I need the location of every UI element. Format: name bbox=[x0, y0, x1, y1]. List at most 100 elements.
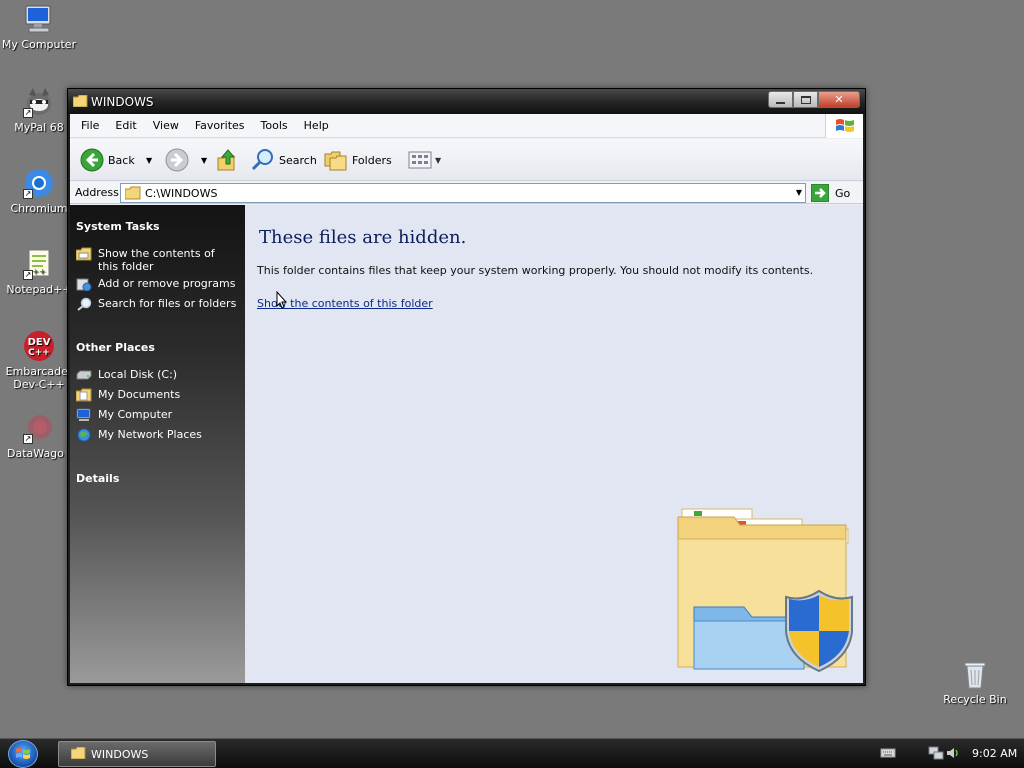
task-show-contents[interactable]: Show the contents of this folder bbox=[75, 247, 241, 273]
windows-flag-icon bbox=[835, 119, 854, 132]
place-local-disk[interactable]: Local Disk (C:) bbox=[76, 368, 241, 382]
network-places-icon bbox=[76, 428, 92, 442]
task-label: Show the contents of this folder bbox=[98, 247, 215, 273]
task-search-files[interactable]: Search for files or folders bbox=[76, 297, 241, 311]
menu-view[interactable]: View bbox=[145, 119, 187, 132]
search-button[interactable]: Search bbox=[251, 147, 317, 173]
task-pane: System Tasks Show the contents of this f… bbox=[70, 205, 245, 683]
forward-dropdown[interactable]: ▼ bbox=[201, 147, 207, 173]
window-client: File Edit View Favorites Tools Help Back… bbox=[70, 114, 863, 683]
menu-bar: File Edit View Favorites Tools Help bbox=[70, 114, 863, 138]
windows-flag-logo bbox=[825, 114, 863, 138]
desktop-icon-label: MyPal 68 bbox=[14, 121, 64, 134]
folder-icon bbox=[124, 186, 141, 203]
taskbar-window-button[interactable]: WINDOWS bbox=[58, 741, 216, 767]
desktop-icon-dev-cpp[interactable]: DEV C++ Embarcader Dev-C++ bbox=[1, 330, 77, 391]
clock[interactable]: 9:02 AM bbox=[972, 747, 1017, 760]
close-icon: ✕ bbox=[834, 93, 844, 106]
up-folder-button[interactable] bbox=[216, 147, 238, 173]
my-computer-icon bbox=[76, 408, 92, 422]
go-arrow-icon bbox=[811, 184, 829, 202]
desktop-icon-mypal[interactable]: ↗ MyPal 68 bbox=[1, 86, 77, 134]
shortcut-arrow-icon: ↗ bbox=[23, 434, 33, 444]
details-heading[interactable]: Details bbox=[76, 472, 119, 485]
address-bar: Address C:\WINDOWS ▼ Go bbox=[70, 182, 863, 204]
maximize-icon bbox=[800, 95, 811, 104]
system-tasks-heading[interactable]: System Tasks bbox=[76, 220, 160, 233]
close-button[interactable]: ✕ bbox=[818, 91, 860, 108]
go-label: Go bbox=[835, 186, 851, 200]
desktop-icon-recycle-bin[interactable]: Recycle Bin bbox=[937, 658, 1013, 706]
hidden-files-message: This folder contains files that keep you… bbox=[257, 264, 814, 277]
my-computer-icon bbox=[23, 3, 55, 35]
chevron-down-icon: ▼ bbox=[146, 155, 153, 165]
search-icon bbox=[251, 149, 273, 171]
keyboard-icon[interactable] bbox=[880, 747, 896, 762]
datawagon-icon: ↗ bbox=[23, 412, 55, 444]
search-label: Search bbox=[279, 153, 317, 167]
menu-file[interactable]: File bbox=[73, 119, 107, 132]
desktop-icon-chromium[interactable]: ↗ Chromium bbox=[1, 167, 77, 215]
desktop-icon-label: My Computer bbox=[1, 38, 77, 51]
menu-edit[interactable]: Edit bbox=[107, 119, 144, 132]
folders-label: Folders bbox=[352, 153, 392, 167]
hard-disk-icon bbox=[76, 368, 92, 382]
menu-tools[interactable]: Tools bbox=[253, 119, 296, 132]
shortcut-arrow-icon: ↗ bbox=[23, 189, 33, 199]
desktop-icon-notepad-plus-plus[interactable]: ++ ↗ Notepad++ bbox=[1, 248, 77, 296]
menu-favorites[interactable]: Favorites bbox=[187, 119, 253, 132]
task-label-line1: Show the contents of bbox=[98, 247, 215, 260]
taskbar: WINDOWS 9:02 AM bbox=[0, 738, 1024, 768]
back-label: Back bbox=[108, 153, 135, 167]
task-label: Add or remove programs bbox=[98, 277, 236, 290]
chevron-down-icon: ▼ bbox=[435, 155, 442, 165]
desktop-icon-label: Notepad++ bbox=[6, 283, 72, 296]
place-label: My Network Places bbox=[98, 428, 202, 441]
hidden-files-heading: These files are hidden. bbox=[259, 227, 467, 248]
place-label: My Documents bbox=[98, 388, 181, 401]
up-folder-icon bbox=[217, 149, 236, 171]
desktop-icon-label-line1: Embarcader bbox=[5, 365, 73, 378]
other-places-heading[interactable]: Other Places bbox=[76, 341, 155, 354]
forward-button[interactable] bbox=[165, 147, 189, 173]
task-add-remove-programs[interactable]: Add or remove programs bbox=[76, 277, 241, 292]
task-label-line2: this folder bbox=[98, 260, 154, 273]
dev-cpp-icon: DEV C++ bbox=[23, 330, 55, 362]
shortcut-arrow-icon: ↗ bbox=[23, 108, 33, 118]
start-button[interactable] bbox=[8, 740, 38, 768]
folders-icon bbox=[324, 151, 347, 171]
menu-help[interactable]: Help bbox=[296, 119, 337, 132]
address-label: Address bbox=[75, 186, 119, 199]
forward-arrow-icon bbox=[165, 148, 189, 172]
place-my-computer[interactable]: My Computer bbox=[76, 408, 241, 422]
back-button[interactable]: Back bbox=[80, 147, 135, 173]
desktop-icon-label: DataWago bbox=[1, 447, 77, 460]
desktop-icon-my-computer[interactable]: My Computer bbox=[1, 3, 77, 51]
chevron-down-icon: ▼ bbox=[201, 155, 208, 165]
desktop-icon-datawagon[interactable]: ↗ DataWago bbox=[1, 412, 77, 460]
maximize-button[interactable] bbox=[793, 91, 818, 108]
desktop-icon-label: Recycle Bin bbox=[943, 693, 1007, 706]
views-button[interactable]: ▼ bbox=[408, 147, 441, 173]
place-label: Local Disk (C:) bbox=[98, 368, 178, 381]
place-my-network-places[interactable]: My Network Places bbox=[76, 428, 241, 442]
svg-text:++: ++ bbox=[32, 267, 45, 276]
back-dropdown[interactable]: ▼ bbox=[146, 147, 152, 173]
title-bar[interactable]: WINDOWS ✕ bbox=[68, 89, 865, 114]
window-controls: ✕ bbox=[768, 91, 860, 108]
place-my-documents[interactable]: My Documents bbox=[75, 388, 241, 402]
shortcut-arrow-icon: ↗ bbox=[23, 270, 33, 280]
address-value: C:\WINDOWS bbox=[145, 187, 218, 200]
minimize-button[interactable] bbox=[768, 91, 793, 108]
protected-folder-illustration bbox=[677, 508, 853, 673]
chevron-down-icon[interactable]: ▼ bbox=[796, 188, 802, 197]
address-input[interactable]: C:\WINDOWS ▼ bbox=[120, 183, 806, 203]
go-button[interactable]: Go bbox=[811, 183, 850, 203]
content-pane: These files are hidden. This folder cont… bbox=[245, 205, 863, 683]
notepad-plus-plus-icon: ++ ↗ bbox=[23, 248, 55, 280]
volume-icon[interactable] bbox=[946, 746, 960, 763]
svg-text:C++: C++ bbox=[28, 348, 50, 358]
network-tray-icon[interactable] bbox=[928, 746, 944, 763]
views-icon bbox=[408, 151, 432, 169]
folders-button[interactable]: Folders bbox=[324, 147, 392, 173]
